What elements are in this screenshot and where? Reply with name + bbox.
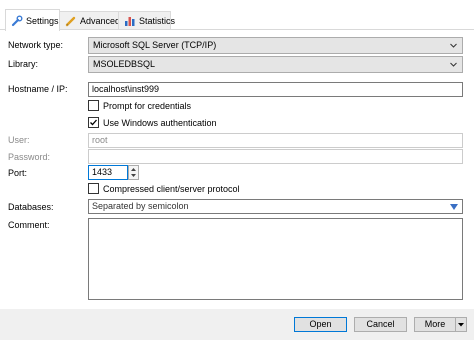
prompt-credentials-label: Prompt for credentials bbox=[103, 100, 192, 111]
tab-settings-label: Settings bbox=[26, 15, 59, 26]
databases-input[interactable]: Separated by semicolon bbox=[88, 199, 463, 214]
pencil-icon bbox=[65, 15, 77, 27]
comment-label: Comment: bbox=[8, 220, 50, 230]
library-label: Library: bbox=[8, 59, 39, 69]
library-select[interactable]: MSOLEDBSQL bbox=[88, 56, 463, 73]
dropdown-triangle-icon[interactable] bbox=[450, 204, 458, 210]
windows-auth-row[interactable]: Use Windows authentication bbox=[88, 117, 217, 128]
chevron-down-icon bbox=[450, 62, 457, 67]
arrow-down-icon[interactable] bbox=[129, 172, 138, 179]
network-type-select[interactable]: Microsoft SQL Server (TCP/IP) bbox=[88, 37, 463, 54]
windows-auth-label: Use Windows authentication bbox=[103, 117, 217, 128]
databases-placeholder: Separated by semicolon bbox=[92, 201, 189, 211]
cancel-button[interactable]: Cancel bbox=[354, 317, 407, 332]
tab-advanced-label: Advanced bbox=[80, 16, 121, 26]
password-input[interactable] bbox=[88, 149, 463, 164]
compressed-row[interactable]: Compressed client/server protocol bbox=[88, 183, 240, 194]
bar-chart-icon bbox=[124, 15, 136, 27]
user-label: User: bbox=[8, 135, 30, 145]
more-button[interactable]: More bbox=[414, 317, 456, 332]
session-settings-panel: Settings Advanced Statistics Network typ… bbox=[0, 0, 474, 340]
hostname-input[interactable]: localhost\inst999 bbox=[88, 82, 463, 97]
tab-divider bbox=[0, 29, 474, 30]
databases-label: Databases: bbox=[8, 202, 54, 212]
compressed-checkbox[interactable] bbox=[88, 183, 99, 194]
comment-textarea[interactable] bbox=[88, 218, 463, 300]
hostname-label: Hostname / IP: bbox=[8, 84, 68, 94]
caret-down-icon bbox=[458, 323, 464, 327]
port-label: Port: bbox=[8, 168, 28, 178]
prompt-credentials-checkbox[interactable] bbox=[88, 100, 99, 111]
windows-auth-checkbox[interactable] bbox=[88, 117, 99, 128]
prompt-credentials-row[interactable]: Prompt for credentials bbox=[88, 100, 191, 111]
more-dropdown-button[interactable] bbox=[455, 317, 467, 332]
library-value: MSOLEDBSQL bbox=[93, 59, 156, 69]
open-button[interactable]: Open bbox=[294, 317, 347, 332]
compressed-label: Compressed client/server protocol bbox=[103, 183, 240, 194]
checkmark-icon bbox=[90, 119, 97, 126]
network-type-value: Microsoft SQL Server (TCP/IP) bbox=[93, 40, 217, 50]
network-type-label: Network type: bbox=[8, 40, 64, 50]
wrench-icon bbox=[11, 15, 23, 27]
port-input[interactable]: 1433 bbox=[88, 165, 128, 180]
tab-advanced[interactable]: Advanced bbox=[59, 11, 121, 30]
tab-settings[interactable]: Settings bbox=[5, 9, 60, 31]
password-label: Password: bbox=[8, 152, 51, 162]
tab-strip: Settings Advanced Statistics bbox=[0, 0, 474, 31]
chevron-down-icon bbox=[450, 43, 457, 48]
tab-statistics-label: Statistics bbox=[139, 16, 176, 26]
port-stepper[interactable] bbox=[128, 165, 139, 180]
tab-statistics[interactable]: Statistics bbox=[118, 11, 175, 30]
user-input[interactable]: root bbox=[88, 133, 463, 148]
